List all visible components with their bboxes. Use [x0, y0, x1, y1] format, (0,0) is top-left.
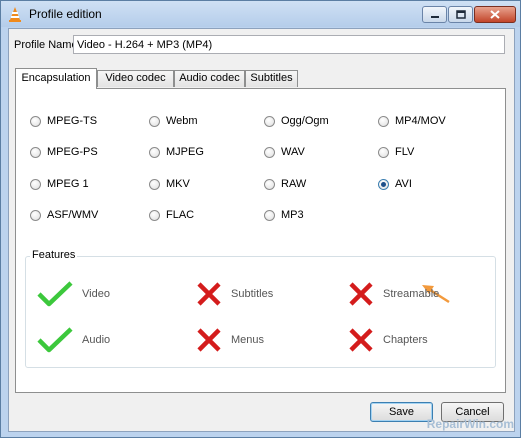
radio-button	[378, 146, 389, 158]
minimize-button[interactable]	[422, 6, 447, 23]
dialog-body: Profile Name Encapsulation Video codec A…	[8, 28, 515, 432]
check-icon	[37, 327, 73, 353]
radio-button	[264, 209, 275, 221]
feature-label: Subtitles	[231, 288, 274, 300]
profile-name-input[interactable]	[73, 35, 505, 54]
save-button[interactable]: Save	[370, 402, 433, 422]
radio-label: FLAC	[166, 209, 195, 221]
radio-flac[interactable]: FLAC	[149, 208, 194, 222]
feature-label: Menus	[231, 334, 265, 346]
radio-button	[149, 146, 160, 158]
radio-label: FLV	[395, 146, 415, 158]
feature-video: Video	[37, 281, 110, 307]
radio-button	[378, 115, 389, 127]
radio-button	[264, 146, 275, 158]
feature-label: Chapters	[383, 334, 428, 346]
title-bar[interactable]: Profile edition	[1, 1, 520, 27]
radio-label: Ogg/Ogm	[281, 115, 329, 127]
radio-button	[264, 178, 275, 190]
cross-icon	[197, 282, 221, 306]
feature-label: Video	[82, 288, 110, 300]
radio-mpeg-ps[interactable]: MPEG-PS	[30, 145, 98, 159]
radio-label: MPEG-TS	[47, 115, 98, 127]
feature-menus: Menus	[196, 327, 264, 353]
maximize-icon	[455, 10, 466, 19]
check-icon	[37, 281, 73, 307]
radio-button-checked	[378, 178, 389, 190]
cross-icon	[197, 328, 221, 352]
cross-icon	[349, 328, 373, 352]
radio-button	[149, 178, 160, 190]
radio-label: MPEG 1	[47, 178, 89, 190]
radio-mjpeg[interactable]: MJPEG	[149, 145, 204, 159]
radio-label: AVI	[395, 178, 412, 190]
radio-avi[interactable]: AVI	[378, 177, 412, 191]
radio-label: MPEG-PS	[47, 146, 98, 158]
radio-label: MJPEG	[166, 146, 204, 158]
features-group: Features Video Subtitles Streamable Audi…	[25, 249, 496, 368]
radio-label: MKV	[166, 178, 190, 190]
tab-subtitles[interactable]: Subtitles	[245, 70, 298, 87]
radio-webm[interactable]: Webm	[149, 114, 198, 128]
feature-audio: Audio	[37, 327, 110, 353]
radio-wav[interactable]: WAV	[264, 145, 305, 159]
radio-asf-wmv[interactable]: ASF/WMV	[30, 208, 98, 222]
radio-label: WAV	[281, 146, 305, 158]
radio-button	[30, 115, 41, 127]
radio-ogg-ogm[interactable]: Ogg/Ogm	[264, 114, 329, 128]
minimize-icon	[430, 15, 439, 18]
tab-video-codec[interactable]: Video codec	[97, 70, 174, 87]
watermark: RepairWin.com	[426, 417, 514, 431]
radio-button	[264, 115, 275, 127]
cross-icon	[349, 282, 373, 306]
radio-mpeg-ts[interactable]: MPEG-TS	[30, 114, 97, 128]
vlc-cone-icon	[9, 7, 21, 22]
radio-label: MP3	[281, 209, 304, 221]
close-icon	[490, 10, 500, 19]
profile-name-label: Profile Name	[14, 39, 78, 51]
feature-label: Streamable	[383, 288, 440, 300]
radio-button	[30, 146, 41, 158]
radio-button	[149, 115, 160, 127]
feature-label: Audio	[82, 334, 111, 346]
radio-label: RAW	[281, 178, 307, 190]
window-title: Profile edition	[29, 7, 102, 21]
profile-edition-window: Profile edition Profile Name Encapsulati…	[0, 0, 521, 438]
maximize-button[interactable]	[448, 6, 473, 23]
radio-raw[interactable]: RAW	[264, 177, 306, 191]
radio-mkv[interactable]: MKV	[149, 177, 190, 191]
radio-label: MP4/MOV	[395, 115, 446, 127]
feature-chapters: Chapters	[348, 327, 428, 353]
radio-button	[149, 209, 160, 221]
tab-encapsulation[interactable]: Encapsulation	[15, 68, 97, 89]
radio-mp3[interactable]: MP3	[264, 208, 304, 222]
radio-label: ASF/WMV	[47, 209, 99, 221]
tab-audio-codec[interactable]: Audio codec	[174, 70, 245, 87]
radio-flv[interactable]: FLV	[378, 145, 414, 159]
radio-mpeg-1[interactable]: MPEG 1	[30, 177, 89, 191]
radio-button	[30, 209, 41, 221]
close-button[interactable]	[474, 6, 516, 23]
feature-subtitles: Subtitles	[196, 281, 273, 307]
feature-streamable: Streamable	[348, 281, 439, 307]
features-title: Features	[30, 249, 78, 261]
radio-button	[30, 178, 41, 190]
radio-mp4-mov[interactable]: MP4/MOV	[378, 114, 446, 128]
radio-dot	[381, 181, 386, 187]
radio-label: Webm	[166, 115, 198, 127]
encapsulation-panel: MPEG-TS Webm Ogg/Ogm MP4/MOV MPEG-PS MJP…	[15, 88, 506, 393]
